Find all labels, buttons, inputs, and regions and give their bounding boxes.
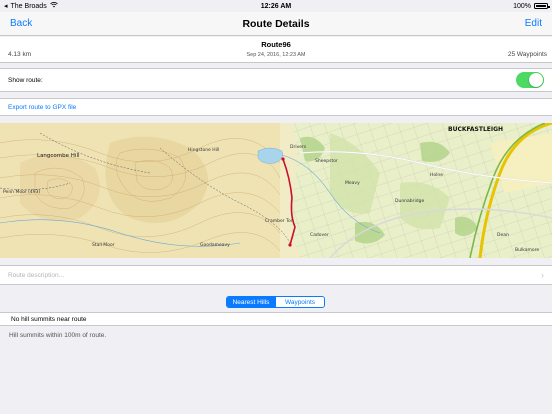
show-route-row: Show route: <box>0 68 552 92</box>
show-route-toggle[interactable] <box>516 72 544 88</box>
export-row: Export route to GPX file <box>0 98 552 116</box>
map-graphic <box>0 123 552 258</box>
map-label: Penn Moor (493) <box>3 190 41 195</box>
list-item: No hill summits near route <box>0 312 552 326</box>
navigation-bar: Back Route Details Edit <box>0 12 552 36</box>
map-label: Cramber Tor <box>265 219 293 224</box>
map-label: Stall Moor <box>92 243 115 248</box>
no-hills-label: No hill summits near route <box>11 315 87 323</box>
route-waypoint-count: 25 Waypoints <box>507 51 547 58</box>
map-label: Dean <box>497 233 509 238</box>
tab-waypoints[interactable]: Waypoints <box>275 297 324 307</box>
status-left: ◂ The Broads <box>4 2 58 10</box>
route-map[interactable]: Langcombe Hill Penn Moor (493) Stall Moo… <box>0 123 552 258</box>
map-label: Goodameavy <box>200 243 230 248</box>
toggle-knob <box>529 73 543 87</box>
route-header: Route96 4.13 km Sep 24, 2016, 12:23 AM 2… <box>0 37 552 63</box>
back-to-app-icon[interactable]: ◂ <box>4 2 8 10</box>
hills-waypoints-segmented-control: Nearest Hills Waypoints <box>226 296 325 308</box>
status-bar: ◂ The Broads 12:26 AM 100% <box>0 0 552 12</box>
map-label: Dunnabridge <box>395 199 425 204</box>
map-label: Meavy <box>345 181 360 186</box>
chevron-right-icon: › <box>541 270 544 280</box>
wifi-icon <box>49 2 58 10</box>
edit-button[interactable]: Edit <box>525 18 542 29</box>
route-name: Route96 <box>261 40 291 49</box>
status-right: 100% <box>513 2 550 10</box>
map-label: Sheepstor <box>315 159 338 164</box>
map-label: Cadover <box>310 233 329 238</box>
export-gpx-link[interactable]: Export route to GPX file <box>8 104 76 111</box>
tab-nearest-hills[interactable]: Nearest Hills <box>227 297 275 307</box>
battery-icon <box>534 3 550 9</box>
show-route-label: Show route: <box>8 76 43 84</box>
battery-percent: 100% <box>513 2 531 10</box>
map-label: Bulkamore <box>515 248 540 253</box>
route-description-row[interactable]: Route description... › <box>0 265 552 285</box>
route-date: Sep 24, 2016, 12:23 AM <box>246 52 306 58</box>
carrier-label: The Broads <box>10 2 47 10</box>
back-button[interactable]: Back <box>10 18 32 29</box>
map-label: Holne <box>430 173 444 178</box>
route-description-placeholder: Route description... <box>8 271 65 279</box>
page-title: Route Details <box>242 17 310 30</box>
status-time: 12:26 AM <box>260 2 292 10</box>
map-label: Drivers <box>290 145 307 150</box>
map-label: BUCKFASTLEIGH <box>448 126 504 133</box>
hills-footnote: Hill summits within 100m of route. <box>9 332 107 339</box>
map-label: Hingstone Hill <box>188 148 220 153</box>
map-label: Langcombe Hill <box>37 153 80 159</box>
